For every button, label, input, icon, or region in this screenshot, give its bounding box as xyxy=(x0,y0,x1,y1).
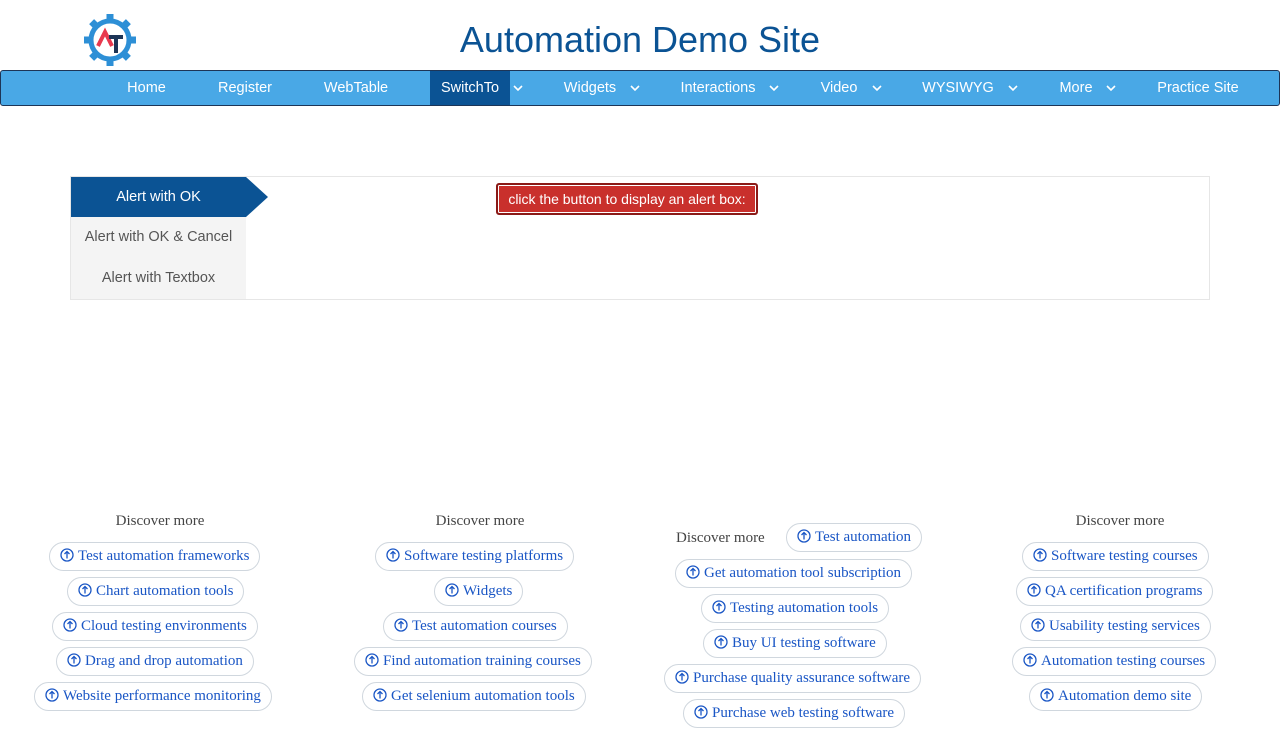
nav-more[interactable]: More xyxy=(1047,71,1105,105)
discover-link[interactable]: Widgets xyxy=(434,577,524,606)
search-arrow-icon xyxy=(1040,685,1054,702)
nav-widgets[interactable]: Widgets xyxy=(551,71,629,105)
nav-register[interactable]: Register xyxy=(206,71,284,105)
discover-more-label: Discover more xyxy=(435,513,525,529)
search-arrow-icon xyxy=(78,580,92,597)
discover-column: Discover more xyxy=(320,510,640,532)
discover-link[interactable]: Automation demo site xyxy=(1029,682,1203,711)
discover-link[interactable]: Test automation courses xyxy=(383,612,568,641)
discover-link[interactable]: Website performance monitoring xyxy=(34,682,272,711)
discover-more-label: Discover more xyxy=(676,530,765,546)
discover-link[interactable]: Cloud testing environments xyxy=(52,612,258,641)
discover-link[interactable]: Software testing platforms xyxy=(375,542,575,571)
search-arrow-icon xyxy=(394,615,408,632)
search-arrow-icon xyxy=(1027,580,1041,597)
nav-switchto[interactable]: SwitchTo xyxy=(430,71,510,105)
discover-link[interactable]: Testing automation tools xyxy=(701,594,890,623)
search-arrow-icon xyxy=(675,667,689,684)
main-navbar: Home Register WebTable SwitchTo Widgets … xyxy=(0,70,1280,106)
discover-link[interactable]: Buy UI testing software xyxy=(703,629,887,658)
nav-video[interactable]: Video xyxy=(809,71,869,105)
search-arrow-icon xyxy=(45,685,59,702)
chevron-down-icon[interactable] xyxy=(627,71,643,105)
discover-link[interactable]: Purchase web testing software xyxy=(683,699,906,728)
active-tab-arrow xyxy=(246,177,268,217)
alert-tab-list: Alert with OK Alert with OK & Cancel Ale… xyxy=(71,177,246,299)
site-header: Automation Demo Site xyxy=(0,0,1280,70)
search-arrow-icon xyxy=(1033,545,1047,562)
search-arrow-icon xyxy=(1031,615,1045,632)
discover-more-label: Discover more xyxy=(1075,513,1165,529)
discover-column: Discover more xyxy=(0,510,320,532)
discover-link[interactable]: Get automation tool subscription xyxy=(675,559,913,588)
search-arrow-icon xyxy=(712,597,726,614)
chevron-down-icon[interactable] xyxy=(869,71,885,105)
search-arrow-icon xyxy=(1023,650,1037,667)
discover-link[interactable]: Find automation training courses xyxy=(354,647,592,676)
search-arrow-icon xyxy=(373,685,387,702)
chevron-down-icon[interactable] xyxy=(766,71,782,105)
search-arrow-icon xyxy=(445,580,459,597)
nav-practice-site[interactable]: Practice Site xyxy=(1149,71,1247,105)
site-title: Automation Demo Site xyxy=(459,19,821,60)
discover-link[interactable]: Purchase quality assurance software xyxy=(664,664,922,693)
search-arrow-icon xyxy=(67,650,81,667)
discover-link[interactable]: Get selenium automation tools xyxy=(362,682,586,711)
nav-webtable[interactable]: WebTable xyxy=(311,71,401,105)
search-arrow-icon xyxy=(365,650,379,667)
alert-tab-panel: Alert with OK Alert with OK & Cancel Ale… xyxy=(70,176,1210,300)
chevron-down-icon[interactable] xyxy=(1103,71,1119,105)
discover-link[interactable]: Usability testing services xyxy=(1020,612,1211,641)
discover-link[interactable]: Test automation xyxy=(786,523,923,552)
discover-link[interactable]: Test automation frameworks xyxy=(49,542,261,571)
discover-more-label: Discover more xyxy=(115,513,205,529)
tab-alert-textbox[interactable]: Alert with Textbox xyxy=(71,258,246,298)
tab-alert-ok-cancel[interactable]: Alert with OK & Cancel xyxy=(71,217,246,257)
discover-link[interactable]: Software testing courses xyxy=(1022,542,1209,571)
search-arrow-icon xyxy=(686,562,700,579)
alert-button[interactable]: click the button to display an alert box… xyxy=(496,183,758,215)
discover-link[interactable]: Automation testing courses xyxy=(1012,647,1217,676)
search-arrow-icon xyxy=(714,632,728,649)
nav-home[interactable]: Home xyxy=(109,71,184,105)
discover-link[interactable]: QA certification programs xyxy=(1016,577,1214,606)
chevron-down-icon[interactable] xyxy=(510,71,526,105)
tab-alert-ok[interactable]: Alert with OK xyxy=(71,177,246,217)
nav-interactions[interactable]: Interactions xyxy=(669,71,767,105)
search-arrow-icon xyxy=(797,526,811,543)
discover-link[interactable]: Chart automation tools xyxy=(67,577,245,606)
discover-column: Discover more xyxy=(960,510,1280,532)
search-arrow-icon xyxy=(386,545,400,562)
search-arrow-icon xyxy=(63,615,77,632)
search-arrow-icon xyxy=(694,702,708,719)
chevron-down-icon[interactable] xyxy=(1005,71,1021,105)
search-arrow-icon xyxy=(60,545,74,562)
nav-wysiwyg[interactable]: WYSIWYG xyxy=(913,71,1003,105)
discover-link[interactable]: Drag and drop automation xyxy=(56,647,254,676)
